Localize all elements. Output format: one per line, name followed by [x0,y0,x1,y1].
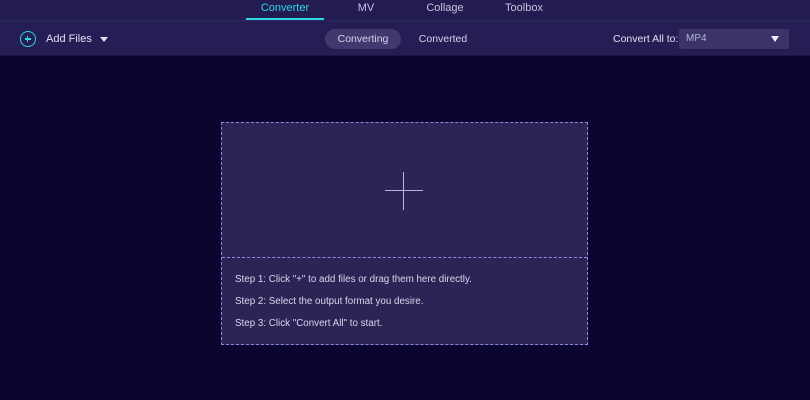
add-files-button[interactable]: Add Files [20,30,108,48]
format-selected-value: MP4 [686,33,707,44]
top-nav: Converter MV Collage Toolbox [0,0,810,20]
format-select[interactable]: MP4 [679,29,789,49]
step-3-text: Step 3: Click "Convert All" to start. [235,318,383,329]
tab-converted[interactable]: Converted [410,29,476,49]
file-drop-zone[interactable]: Step 1: Click "+" to add files or drag t… [221,122,588,345]
plus-circle-icon[interactable] [20,31,36,47]
tab-toolbox[interactable]: Toolbox [496,0,552,20]
add-files-label[interactable]: Add Files [46,33,92,45]
plus-icon[interactable] [385,172,423,210]
caret-down-icon[interactable] [99,36,108,42]
caret-down-icon[interactable] [771,36,779,42]
tab-mv[interactable]: MV [340,0,392,20]
tab-converter[interactable]: Converter [246,0,324,20]
convert-all-label: Convert All to: [613,33,679,45]
app-window: Converter MV Collage Toolbox Add Files C… [0,0,810,400]
tab-converting[interactable]: Converting [325,29,401,49]
tab-collage[interactable]: Collage [416,0,474,20]
toolbar: Add Files Converting Converted Convert A… [0,20,810,56]
step-1-text: Step 1: Click "+" to add files or drag t… [235,274,472,285]
drop-zone-divider [222,257,587,258]
step-2-text: Step 2: Select the output format you des… [235,296,424,307]
instruction-steps: Step 1: Click "+" to add files or drag t… [235,274,472,340]
